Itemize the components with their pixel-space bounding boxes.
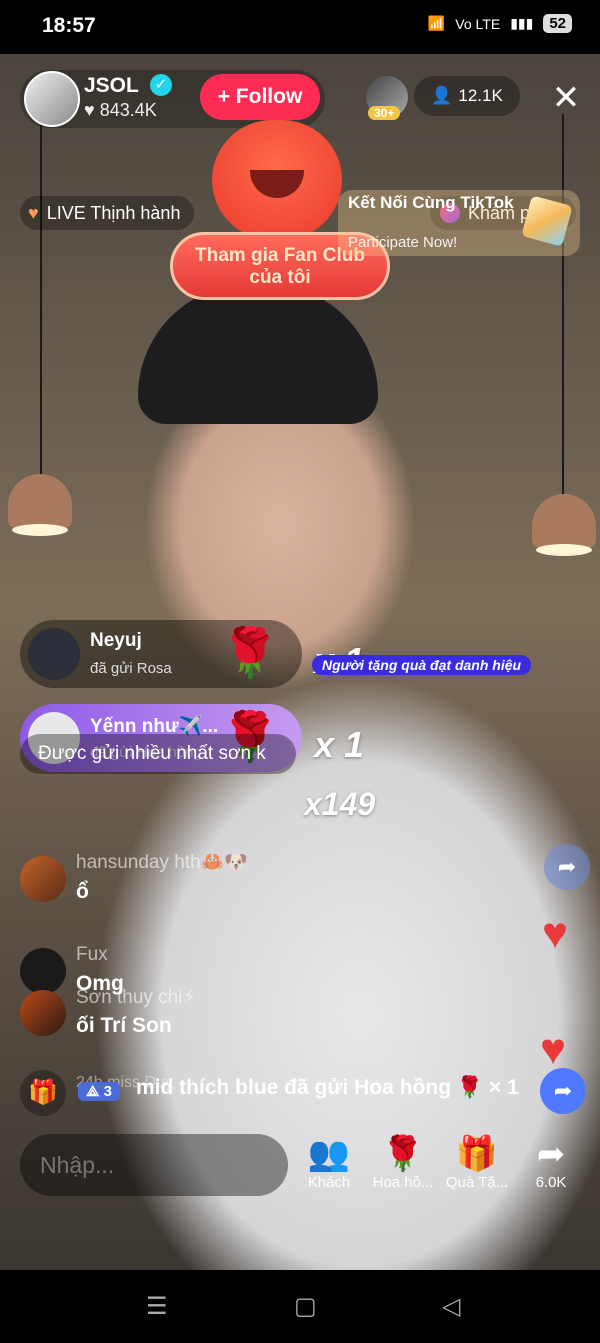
gifts-button[interactable]: 🎁 Quà Tặ... — [442, 1134, 512, 1191]
floating-heart-icon: ♥ — [540, 1025, 567, 1074]
rank-number: 3 — [103, 1083, 112, 1100]
verified-icon: ✓ — [150, 74, 172, 96]
comment-text: ổ — [76, 880, 89, 903]
likes-count: 843.4K — [99, 100, 157, 120]
viewers-label: 12.1K — [458, 86, 503, 105]
gift-count: x 1 — [314, 724, 365, 765]
close-icon[interactable]: ✕ — [546, 78, 586, 118]
gift-ticker: mid thích blue đã gửi Hoa hồng 🌹 × 1 — [136, 1076, 519, 1099]
lamp-cord — [562, 114, 564, 534]
gift-icon: 🎁 — [455, 1135, 499, 1173]
person-icon: 👤 — [431, 86, 453, 105]
gifter-avatar — [28, 628, 80, 680]
host-avatar[interactable] — [24, 71, 80, 127]
host-name[interactable]: JSOL — [84, 74, 139, 98]
viewer-count[interactable]: 👤 12.1K — [414, 76, 520, 116]
commenter-name: Sơn thuy chi⚡ — [76, 987, 196, 1008]
wifi-icon: 📶 — [427, 15, 446, 31]
commenter-avatar — [20, 856, 66, 902]
lamp-cord — [40, 114, 42, 514]
gifts-label: Quà Tặ... — [445, 1174, 509, 1191]
commenter-avatar — [20, 948, 66, 994]
most-sent-count: x149 — [304, 786, 376, 822]
gift-notification[interactable]: Neyuj đã gửi Rosa 🌹 — [20, 620, 302, 688]
trending-tag[interactable]: ♥ LIVE Thịnh hành — [20, 196, 195, 230]
share-icon: ➦ — [536, 1135, 566, 1173]
achiever-badge: Người tặng quà đạt danh hiệu — [312, 655, 532, 675]
share-count: 6.0K — [535, 1174, 567, 1191]
comment-text: ối Trí Son — [76, 1014, 172, 1037]
status-icons: 📶 Vo LTE ▮▮▮ 52 — [428, 14, 572, 33]
guests-button[interactable]: 👥 Khách — [294, 1134, 364, 1191]
share-icon[interactable]: ➦ — [544, 844, 590, 890]
signal-icon: ▮▮▮ — [510, 15, 534, 31]
promo-card[interactable]: Kết Nối Cùng TikTok Participate Now! — [338, 190, 580, 256]
clock: 18:57 — [42, 14, 96, 37]
promo-title: Kết Nối Cùng TikTok — [348, 193, 514, 212]
gem-icon — [521, 195, 573, 247]
guests-icon: 👥 — [307, 1135, 351, 1173]
commenter-avatar — [20, 990, 66, 1036]
host-likes: ♥ 843.4K — [84, 100, 157, 120]
volte-label: Vo LTE — [455, 15, 501, 32]
rose-gift-button[interactable]: 🌹 Hoa hồ... — [368, 1134, 438, 1191]
fan-club-line2: của tôi — [249, 267, 311, 288]
most-sent-banner: Được gửi nhiều nhất sơn k — [20, 734, 296, 774]
guests-label: Khách — [307, 1174, 351, 1191]
commenter-name: Fux — [76, 944, 108, 965]
rank-badge: 30+ — [368, 106, 401, 120]
pendant-lamp-right — [532, 494, 596, 556]
pendant-lamp-left — [8, 474, 72, 536]
menu-icon[interactable]: ☰ — [146, 1292, 168, 1321]
share-button[interactable]: ➦ 6.0K — [516, 1134, 586, 1191]
trending-label: LIVE Thịnh hành — [46, 202, 181, 223]
rose-icon: 🌹 — [381, 1135, 425, 1173]
back-icon[interactable]: ◁ — [442, 1292, 460, 1321]
gifter-name: Neyuj — [90, 630, 142, 651]
rose-icon: 🌹 — [220, 627, 280, 680]
share-icon[interactable]: ➦ — [540, 1068, 586, 1114]
status-bar: 18:57 📶 Vo LTE ▮▮▮ 52 — [0, 0, 600, 54]
rank-chip: ⟁ 3 — [78, 1082, 120, 1101]
streamer-cap — [138, 284, 378, 424]
rose-label: Hoa hồ... — [372, 1174, 434, 1191]
commenter-name: hansunday hth🦀🐶 — [76, 852, 248, 873]
heart-icon: ♥ — [28, 202, 39, 223]
gift-box-icon[interactable]: 🎁 — [20, 1070, 66, 1116]
system-nav-bar: ☰ ▢ ◁ — [0, 1270, 600, 1343]
follow-button[interactable]: + Follow — [200, 74, 320, 120]
battery-icon: 52 — [543, 14, 572, 33]
promo-subtitle: Participate Now! — [348, 234, 458, 251]
floating-heart-icon: ♥ — [542, 909, 569, 958]
comment-input[interactable] — [20, 1134, 288, 1196]
home-icon[interactable]: ▢ — [294, 1292, 317, 1321]
gift-action: đã gửi Rosa — [90, 660, 172, 677]
